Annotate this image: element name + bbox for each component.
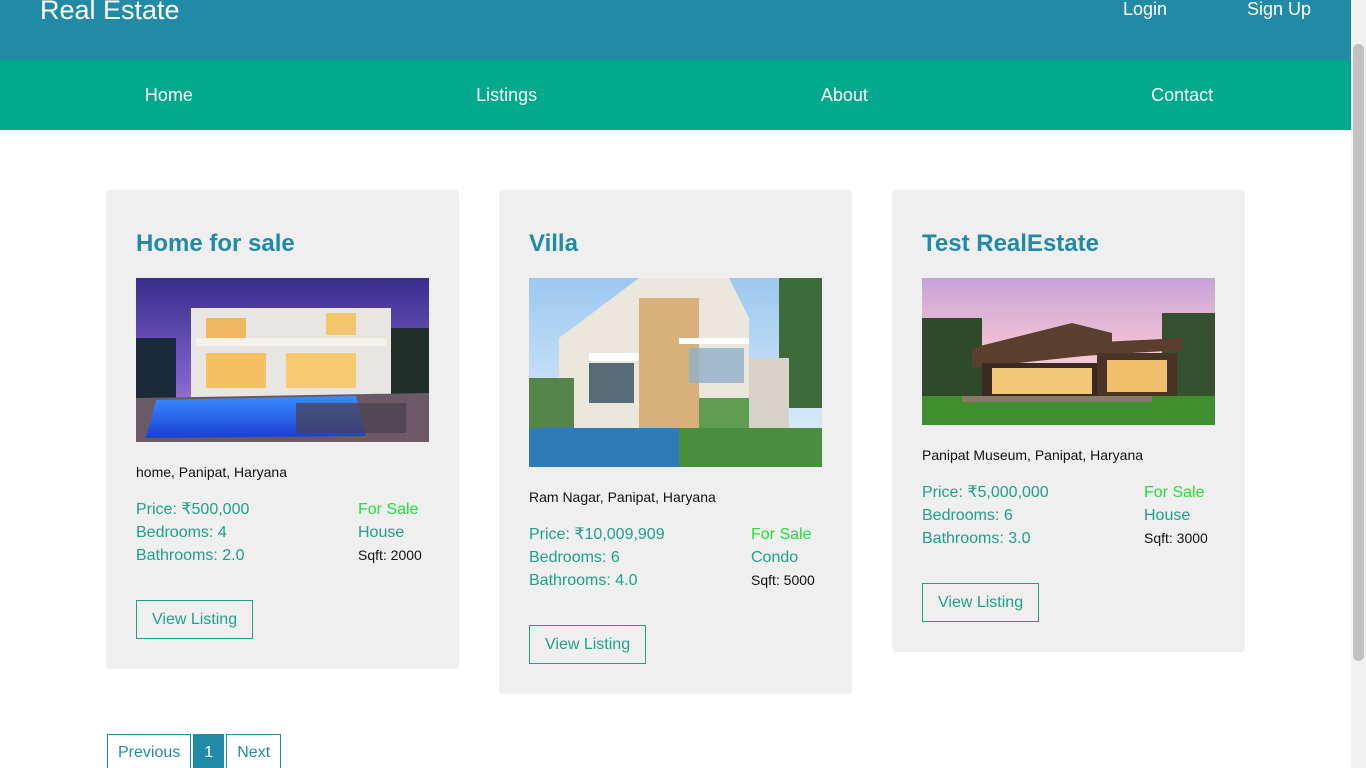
listing-title: Villa	[529, 230, 578, 257]
signup-link[interactable]: Sign Up	[1247, 0, 1311, 21]
listing-bedrooms: Bedrooms: 6	[529, 549, 620, 566]
main-nav: Home Listings About Contact	[0, 60, 1351, 130]
listing-details: Price: ₹10,009,909 Bedrooms: 6 Bathrooms…	[529, 523, 822, 592]
listing-photo[interactable]	[922, 278, 1215, 425]
next-page-button[interactable]: Next	[226, 734, 282, 768]
listing-type: Condo	[751, 549, 799, 566]
listing-details: Price: ₹500,000 Bedrooms: 4 Bathrooms: 2…	[136, 498, 429, 567]
nav-item-home[interactable]: Home	[0, 60, 338, 130]
listing-address: Ram Nagar, Panipat, Haryana	[529, 489, 716, 505]
scrollbar-thumb[interactable]	[1353, 44, 1364, 661]
listing-bedrooms: Bedrooms: 4	[136, 524, 227, 541]
page: Real Estate Login Sign Up Home Listings …	[0, 0, 1351, 768]
view-listing-button[interactable]: View Listing	[922, 583, 1040, 622]
listing-details: Price: ₹5,000,000 Bedrooms: 6 Bathrooms:…	[922, 481, 1215, 550]
listing-bedrooms: Bedrooms: 6	[922, 507, 1013, 524]
listing-type: House	[1144, 507, 1191, 524]
listing-address: home, Panipat, Haryana	[136, 464, 287, 480]
vertical-scrollbar[interactable]	[1351, 0, 1366, 768]
current-page-button[interactable]: 1	[193, 734, 225, 768]
top-header: Real Estate Login Sign Up	[0, 0, 1351, 60]
nav-item-about[interactable]: About	[676, 60, 1014, 130]
listing-price: Price: ₹500,000	[136, 501, 250, 518]
view-listing-button[interactable]: View Listing	[136, 600, 254, 639]
listing-card: Home for sale home, Panipat, Haryana Pri…	[106, 190, 459, 669]
listing-status: For Sale	[1144, 484, 1205, 501]
listing-status: For Sale	[358, 501, 419, 518]
listing-sqft: Sqft: 5000	[751, 572, 815, 588]
view-listing-button[interactable]: View Listing	[529, 625, 647, 664]
listing-photo[interactable]	[136, 278, 429, 442]
listing-address: Panipat Museum, Panipat, Haryana	[922, 447, 1144, 463]
listing-title: Test RealEstate	[922, 230, 1099, 257]
listing-card: Test RealEstate Panipat Museum, Panipat,…	[892, 190, 1245, 652]
listing-title: Home for sale	[136, 230, 295, 257]
previous-page-button[interactable]: Previous	[107, 734, 192, 768]
listing-price: Price: ₹10,009,909	[529, 526, 665, 543]
listing-card: Villa Ram Nagar, Panipat, Haryana Price:…	[499, 190, 852, 694]
listing-type: House	[358, 524, 405, 541]
listing-bathrooms: Bathrooms: 2.0	[136, 547, 245, 564]
login-link[interactable]: Login	[1123, 0, 1167, 21]
listing-sqft: Sqft: 2000	[358, 547, 422, 563]
listing-sqft: Sqft: 3000	[1144, 530, 1208, 546]
pagination: Previous 1 Next	[107, 734, 282, 768]
listing-bathrooms: Bathrooms: 3.0	[922, 530, 1031, 547]
listing-price: Price: ₹5,000,000	[922, 484, 1049, 501]
nav-item-contact[interactable]: Contact	[1013, 60, 1351, 130]
listing-bathrooms: Bathrooms: 4.0	[529, 572, 638, 589]
listing-photo[interactable]	[529, 278, 822, 467]
brand-logo-link[interactable]: Real Estate	[40, 0, 180, 26]
listing-status: For Sale	[751, 526, 812, 543]
nav-item-listings[interactable]: Listings	[338, 60, 676, 130]
